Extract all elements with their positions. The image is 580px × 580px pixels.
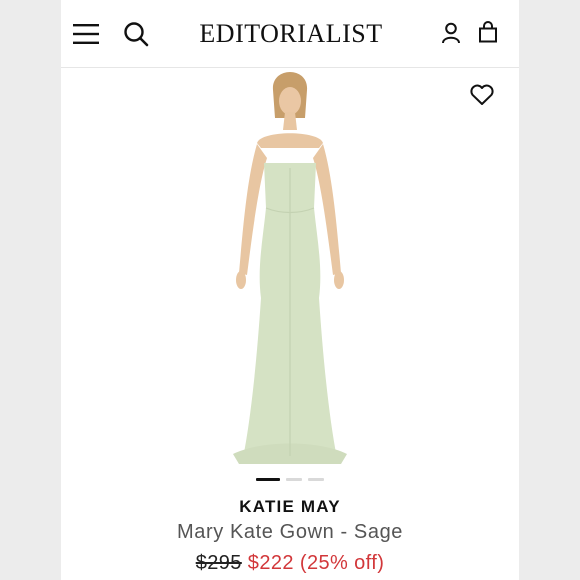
- site-header: EDITORIALIST: [61, 0, 519, 68]
- user-icon[interactable]: [439, 20, 463, 46]
- gallery-indicator: [61, 478, 519, 481]
- search-icon[interactable]: [122, 20, 150, 48]
- hamburger-menu-icon[interactable]: [71, 20, 101, 48]
- product-page: EDITORIALIST KATIE MAY Mary Kate Gown - …: [61, 0, 519, 580]
- product-brand[interactable]: KATIE MAY: [61, 497, 519, 517]
- gallery-dot-2[interactable]: [286, 478, 302, 481]
- product-image[interactable]: [61, 68, 519, 470]
- discount-label: (25% off): [299, 552, 385, 574]
- product-name: Mary Kate Gown - Sage: [176, 521, 404, 543]
- heart-icon[interactable]: [467, 82, 497, 108]
- sale-price: $222: [247, 552, 294, 574]
- logo-text: EDITORIALIST: [199, 19, 383, 48]
- gallery-dot-1[interactable]: [256, 478, 280, 481]
- original-price: $295: [195, 552, 242, 574]
- gallery-dot-3[interactable]: [308, 478, 324, 481]
- right-backdrop: [519, 0, 580, 580]
- product-price: $295 $222 (25% off): [61, 552, 519, 575]
- site-logo[interactable]: EDITORIALIST: [191, 14, 391, 54]
- left-backdrop: [0, 0, 61, 580]
- shopping-bag-icon[interactable]: [476, 19, 500, 45]
- gown-model-illustration: [233, 72, 347, 464]
